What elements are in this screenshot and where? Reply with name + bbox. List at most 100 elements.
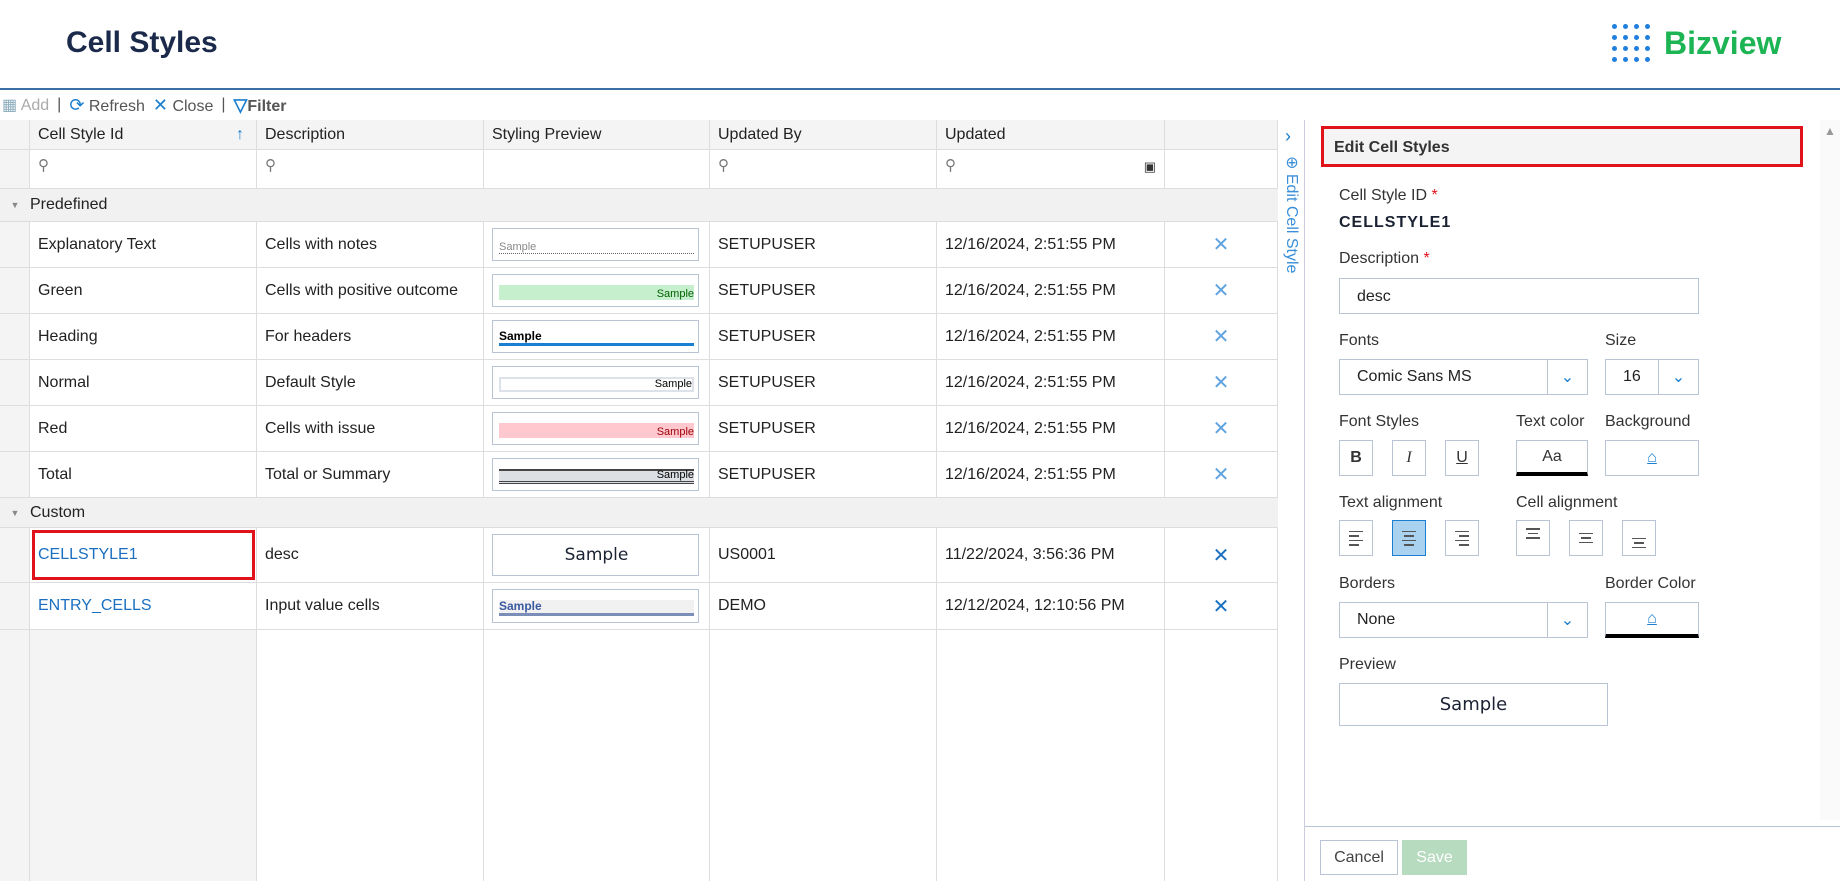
updated-by-cell: SETUPUSER xyxy=(710,360,937,405)
chevron-down-icon[interactable]: ⌄ xyxy=(1658,360,1698,394)
edit-cell-style-tab[interactable]: ⊕ Edit Cell Style xyxy=(1282,156,1301,273)
bold-button[interactable]: B xyxy=(1339,440,1373,476)
underline-button[interactable]: U xyxy=(1445,440,1479,476)
delete-icon[interactable]: ✕ xyxy=(1165,222,1278,267)
footer-divider xyxy=(1305,826,1840,827)
group-header-custom[interactable]: ▼ Custom xyxy=(0,498,1278,528)
filter-button[interactable]: ▽Filter xyxy=(234,95,287,116)
chevron-right-icon[interactable]: › xyxy=(1285,126,1291,147)
background-color-picker[interactable]: ⌂ xyxy=(1605,440,1699,476)
save-button[interactable]: Save xyxy=(1402,840,1467,875)
preview-sample: Sample xyxy=(499,285,694,300)
add-grid-icon: ▦ xyxy=(2,97,18,114)
font-styles-label: Font Styles xyxy=(1339,413,1420,430)
delete-icon[interactable]: ✕ xyxy=(1165,268,1278,313)
style-preview-box: Sample xyxy=(492,274,699,307)
cell-style-id: Green xyxy=(30,268,257,313)
align-left-button[interactable] xyxy=(1339,520,1373,556)
column-header-id[interactable]: Cell Style Id ↑ xyxy=(30,120,257,150)
align-right-button[interactable] xyxy=(1445,520,1479,556)
description-cell: Cells with notes xyxy=(257,222,484,267)
table-row[interactable]: Total Total or Summary Sample SETUPUSER 12/1… xyxy=(0,452,1278,498)
cell-style-id: Total xyxy=(30,452,257,497)
description-cell: Default Style xyxy=(257,360,484,405)
updated-cell: 12/16/2024, 2:51:55 PM xyxy=(937,406,1165,451)
filter-input-description[interactable]: ⚲ xyxy=(257,150,484,189)
side-panel-tab[interactable]: › ⊕ Edit Cell Style xyxy=(1278,120,1305,881)
panel-scrollbar[interactable]: ▲ xyxy=(1820,120,1840,820)
preview-label: Preview xyxy=(1339,656,1396,673)
align-center-button[interactable] xyxy=(1392,520,1426,556)
group-header-predefined[interactable]: ▼ Predefined xyxy=(0,189,1278,222)
description-cell: Cells with positive outcome xyxy=(257,268,484,313)
italic-button[interactable]: I xyxy=(1392,440,1426,476)
cell-style-id: Heading xyxy=(30,314,257,359)
borders-select[interactable]: None ⌄ xyxy=(1339,602,1588,638)
delete-icon[interactable]: ✕ xyxy=(1165,528,1278,582)
table-row[interactable]: Green Cells with positive outcome Sample SE… xyxy=(0,268,1278,314)
column-header-preview[interactable]: Styling Preview xyxy=(484,120,710,150)
scroll-up-icon[interactable]: ▲ xyxy=(1824,124,1836,138)
cell-style-id-value: CELLSTYLE1 xyxy=(1339,214,1452,231)
chevron-down-icon[interactable]: ⌄ xyxy=(1547,603,1587,637)
add-button[interactable]: ▦ Add xyxy=(2,95,49,115)
table-row[interactable]: Explanatory Text Cells with notes Sample SE… xyxy=(0,222,1278,268)
chevron-down-icon[interactable]: ⌄ xyxy=(1547,360,1587,394)
delete-icon[interactable]: ✕ xyxy=(1165,406,1278,451)
border-color-label: Border Color xyxy=(1605,575,1696,592)
page-title: Cell Styles xyxy=(66,26,218,59)
paint-bucket-icon: ⌂ xyxy=(1647,449,1657,466)
collapse-icon[interactable]: ▼ xyxy=(0,200,30,210)
cell-style-id[interactable]: CELLSTYLE1 xyxy=(30,528,257,582)
refresh-button[interactable]: ⟳ Refresh xyxy=(69,95,145,116)
style-preview-box: Sample xyxy=(492,458,699,491)
updated-by-cell: SETUPUSER xyxy=(710,314,937,359)
table-row[interactable]: Red Cells with issue Sample SETUPUSER 12/16/… xyxy=(0,406,1278,452)
preview-cell: Sample xyxy=(484,268,710,313)
updated-by-cell: SETUPUSER xyxy=(710,268,937,313)
style-preview: Sample xyxy=(1339,683,1608,726)
delete-icon[interactable]: ✕ xyxy=(1165,360,1278,405)
search-icon: ⚲ xyxy=(718,157,729,174)
search-icon: ⚲ xyxy=(38,157,49,174)
updated-cell: 11/22/2024, 3:56:36 PM xyxy=(937,528,1165,582)
cell-style-id[interactable]: ENTRY_CELLS xyxy=(30,583,257,629)
table-row[interactable]: Heading For headers Sample SETUPUSER 12/16/2… xyxy=(0,314,1278,360)
updated-by-cell: US0001 xyxy=(710,528,937,582)
preview-cell: Sample xyxy=(484,360,710,405)
table-row[interactable]: Normal Default Style Sample SETUPUSER 12/16/… xyxy=(0,360,1278,406)
panel-title: Edit Cell Styles xyxy=(1321,126,1803,167)
close-icon: ✕ xyxy=(152,94,168,115)
preview-cell: Sample xyxy=(484,452,710,497)
filter-input-updated-by[interactable]: ⚲ xyxy=(710,150,937,189)
cell-align-middle-button[interactable] xyxy=(1569,520,1603,556)
calendar-icon[interactable]: ▣ xyxy=(1144,159,1156,175)
preview-cell: Sample xyxy=(484,406,710,451)
delete-icon[interactable]: ✕ xyxy=(1165,583,1278,629)
font-select[interactable]: Comic Sans MS ⌄ xyxy=(1339,359,1588,395)
column-header-description[interactable]: Description xyxy=(257,120,484,150)
cell-styles-grid: Cell Style Id ↑ Description Styling Previ… xyxy=(0,120,1278,881)
preview-sample: Sample xyxy=(499,469,694,484)
cell-align-bottom-button[interactable] xyxy=(1622,520,1656,556)
collapse-icon[interactable]: ▼ xyxy=(0,508,30,518)
filter-input-id[interactable]: ⚲ xyxy=(30,150,257,189)
delete-icon[interactable]: ✕ xyxy=(1165,452,1278,497)
description-input[interactable]: desc xyxy=(1339,278,1699,314)
table-row[interactable]: ENTRY_CELLS Input value cells Sample DEMO 12… xyxy=(0,583,1278,630)
preview-sample: Sample xyxy=(499,423,694,438)
size-select[interactable]: 16 ⌄ xyxy=(1605,359,1699,395)
border-color-picker[interactable]: ⌂ xyxy=(1605,602,1699,638)
text-color-picker[interactable]: Aa xyxy=(1516,440,1588,476)
column-header-updated[interactable]: Updated xyxy=(937,120,1165,150)
table-row[interactable]: CELLSTYLE1 desc Sample US0001 11/22/2024, 3:… xyxy=(0,528,1278,583)
column-header-updated-by[interactable]: Updated By xyxy=(710,120,937,150)
close-button[interactable]: ✕ Close xyxy=(153,95,213,116)
cancel-button[interactable]: Cancel xyxy=(1320,840,1398,875)
style-preview-box: Sample xyxy=(492,589,699,623)
filter-icon: ▽ xyxy=(233,94,248,115)
delete-icon[interactable]: ✕ xyxy=(1165,314,1278,359)
description-cell: Input value cells xyxy=(257,583,484,629)
filter-input-updated[interactable]: ⚲ ▣ xyxy=(937,150,1165,189)
cell-align-top-button[interactable] xyxy=(1516,520,1550,556)
